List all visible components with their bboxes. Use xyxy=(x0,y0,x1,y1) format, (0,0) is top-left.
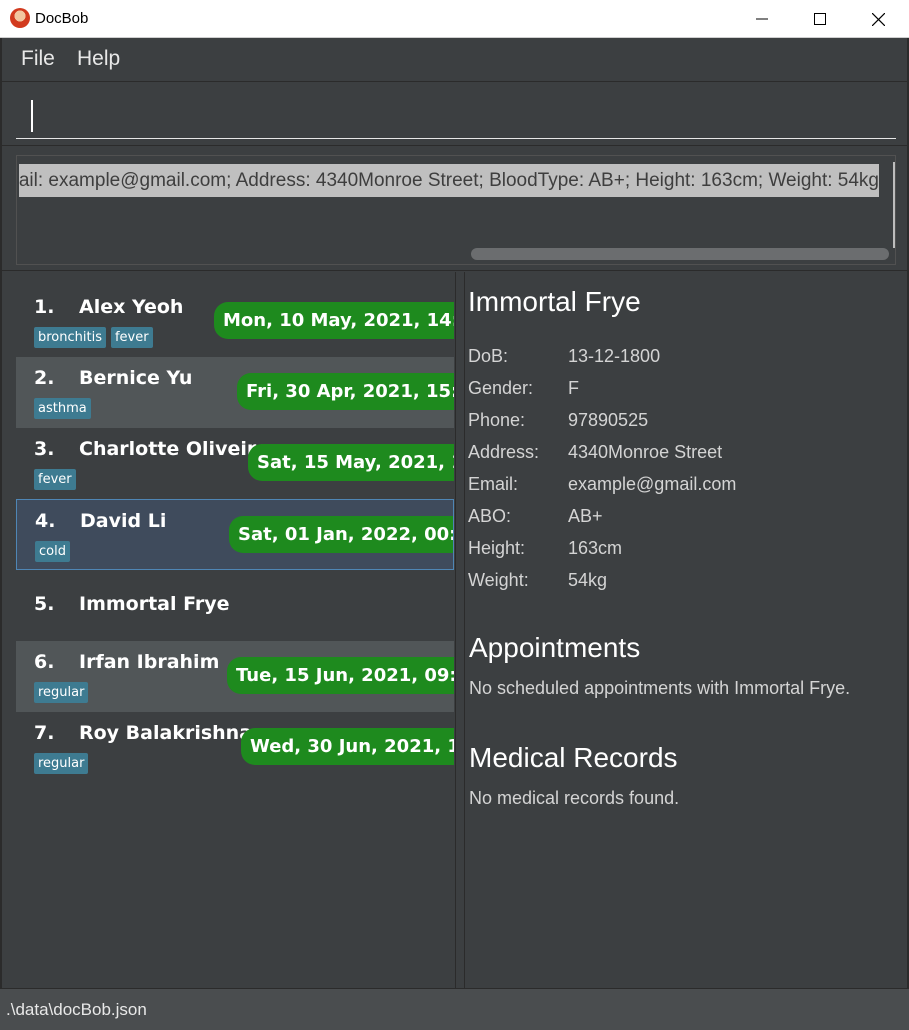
title-bar: DocBob xyxy=(0,0,909,38)
maximize-button[interactable] xyxy=(791,0,849,38)
horizontal-scrollbar[interactable] xyxy=(471,248,889,260)
result-text: Name: Immortal Frye; Phone: 97890525; Em… xyxy=(19,164,879,197)
appointment-badge: Wed, 30 Jun, 2021, 17:00 xyxy=(241,728,454,765)
patient-list-panel: 1. Alex Yeoh bronchitis fever Mon, 10 May, 2… xyxy=(2,272,456,988)
close-icon xyxy=(871,12,885,26)
appointments-heading: Appointments xyxy=(469,632,641,663)
appointment-badge: Tue, 15 Jun, 2021, 09:00 xyxy=(227,657,454,694)
patient-detail-name: Immortal Frye xyxy=(468,286,641,317)
detail-field-value: 54kg xyxy=(568,570,608,590)
patient-name: Alex Yeoh xyxy=(79,296,184,318)
patient-tags: regular xyxy=(34,682,89,703)
text-caret xyxy=(31,100,33,132)
window-title: DocBob xyxy=(35,10,89,27)
detail-field-value: 97890525 xyxy=(568,410,649,430)
appointment-badge: Sat, 01 Jan, 2022, 00:00 xyxy=(229,516,453,553)
patient-name: Charlotte Oliveiro xyxy=(79,438,270,460)
medical-records-text: No medical records found. xyxy=(469,788,680,808)
command-box-area xyxy=(2,83,907,146)
patient-tags: fever xyxy=(34,469,76,490)
patient-index: 4. xyxy=(35,510,56,532)
minimize-button[interactable] xyxy=(733,0,791,38)
detail-field-label: ABO: xyxy=(468,506,512,526)
result-display-area: Name: Immortal Frye; Phone: 97890525; Em… xyxy=(2,147,907,271)
minimize-icon xyxy=(756,18,768,20)
patient-detail-panel: Immortal Frye DoB: 13-12-1800 Gender: F Phon… xyxy=(464,272,907,988)
patient-name: Immortal Frye xyxy=(79,593,230,615)
patient-card[interactable]: 7. Roy Balakrishnan regular Wed, 30 Jun, 20… xyxy=(16,712,454,783)
patient-index: 2. xyxy=(34,367,55,389)
patient-card[interactable]: 4. David Li cold Sat, 01 Jan, 2022, 00:00 xyxy=(16,499,454,570)
tag-badge: cold xyxy=(35,541,70,562)
menu-file[interactable]: File xyxy=(21,47,55,71)
maximize-icon xyxy=(814,13,826,25)
status-bar: .\data\docBob.json xyxy=(0,988,909,1030)
patient-card[interactable]: 2. Bernice Yu asthma Fri, 30 Apr, 2021, 15:… xyxy=(16,357,454,428)
detail-field-value: F xyxy=(568,378,579,398)
patient-tags: bronchitis fever xyxy=(34,327,153,348)
detail-field-label: Gender: xyxy=(468,378,534,398)
tag-badge: regular xyxy=(34,753,89,774)
tag-badge: fever xyxy=(110,327,153,348)
patient-index: 1. xyxy=(34,296,55,318)
patient-index: 7. xyxy=(34,722,55,744)
menu-bar: File Help xyxy=(2,39,907,82)
detail-field-value: 4340Monroe Street xyxy=(568,442,723,462)
detail-field-label: DoB: xyxy=(468,346,509,366)
detail-field-label: Height: xyxy=(468,538,526,558)
patient-tags: asthma xyxy=(34,398,91,419)
detail-field-value: AB+ xyxy=(568,506,603,526)
patient-name: David Li xyxy=(80,510,167,532)
data-file-path: .\data\docBob.json xyxy=(6,1000,147,1019)
detail-field-label: Phone: xyxy=(468,410,526,430)
patient-name: Bernice Yu xyxy=(79,367,193,389)
patient-name: Roy Balakrishnan xyxy=(79,722,266,744)
patient-index: 6. xyxy=(34,651,55,673)
vertical-scrollbar[interactable] xyxy=(893,162,895,248)
appointment-badge: Mon, 10 May, 2021, 14:00 xyxy=(214,302,454,339)
detail-field-value: 163cm xyxy=(568,538,623,558)
patient-name: Irfan Ibrahim xyxy=(79,651,220,673)
command-input[interactable] xyxy=(16,95,896,139)
medical-records-heading: Medical Records xyxy=(469,742,678,773)
patient-card[interactable]: 5. Immortal Frye xyxy=(16,570,454,641)
result-display[interactable]: Name: Immortal Frye; Phone: 97890525; Em… xyxy=(16,155,896,265)
patient-tags: regular xyxy=(34,753,89,774)
patient-tags: cold xyxy=(35,541,70,562)
detail-field-value: example@gmail.com xyxy=(568,474,737,494)
detail-field-value: 13-12-1800 xyxy=(568,346,661,366)
patient-card[interactable]: 3. Charlotte Oliveiro fever Sat, 15 May, 20… xyxy=(16,428,454,499)
tag-badge: asthma xyxy=(34,398,91,419)
patient-list[interactable]: 1. Alex Yeoh bronchitis fever Mon, 10 May, 2… xyxy=(16,286,454,786)
appointment-badge: Sat, 15 May, 2021, 14:00 xyxy=(248,444,454,481)
patient-index: 5. xyxy=(34,593,55,615)
appointment-badge: Fri, 30 Apr, 2021, 15:00 xyxy=(237,373,454,410)
detail-field-label: Email: xyxy=(468,474,519,494)
detail-field-label: Weight: xyxy=(468,570,529,590)
patient-index: 3. xyxy=(34,438,55,460)
tag-badge: bronchitis xyxy=(34,327,106,348)
app-logo-icon xyxy=(10,8,30,28)
appointments-text: No scheduled appointments with Immortal … xyxy=(469,678,851,698)
close-button[interactable] xyxy=(849,0,907,38)
tag-badge: regular xyxy=(34,682,89,703)
menu-help[interactable]: Help xyxy=(77,47,120,71)
detail-field-label: Address: xyxy=(468,442,540,462)
patient-card[interactable]: 1. Alex Yeoh bronchitis fever Mon, 10 May, 2… xyxy=(16,286,454,357)
patient-card[interactable]: 6. Irfan Ibrahim regular Tue, 15 Jun, 2021,… xyxy=(16,641,454,712)
tag-badge: fever xyxy=(34,469,76,490)
